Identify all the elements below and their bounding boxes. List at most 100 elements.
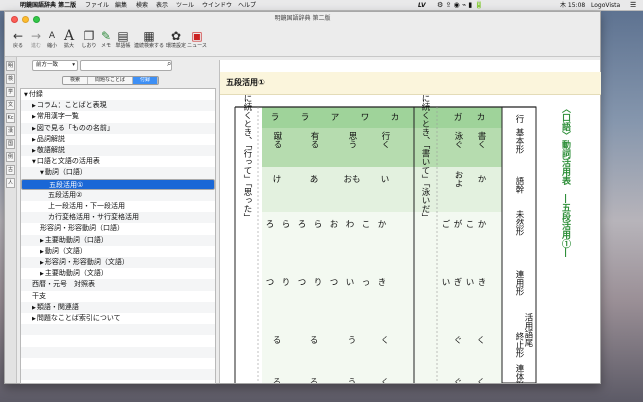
menu-app-name[interactable]: 明鏡国語辞典 第二版 bbox=[20, 0, 76, 11]
disclosure-closed-icon[interactable]: ▶ bbox=[32, 114, 36, 120]
tree-item[interactable]: ▶コラム：ことばと表現 bbox=[21, 100, 215, 112]
tree-item[interactable]: ▶動詞（文語） bbox=[21, 246, 215, 257]
cell-gyo: カ bbox=[391, 113, 400, 123]
menu-view[interactable]: 表示 bbox=[156, 0, 168, 11]
menu-help[interactable]: ヘルプ bbox=[238, 0, 256, 11]
tree-item[interactable]: ▶敬語解説 bbox=[21, 145, 215, 157]
disclosure-open-icon[interactable]: ▼ bbox=[32, 159, 36, 165]
tree-item[interactable]: 干支 bbox=[21, 291, 215, 302]
cell-gokan: か bbox=[476, 175, 486, 184]
tree-item-label: 形容詞・形容動詞（文語） bbox=[44, 258, 129, 266]
disclosure-open-icon[interactable]: ▼ bbox=[24, 92, 28, 98]
wordbook-button[interactable]: ▤ 単語帳 bbox=[112, 25, 134, 57]
cell-mizen: が bbox=[454, 219, 463, 230]
side-tab-9[interactable]: 人 bbox=[6, 178, 15, 188]
tree-item[interactable]: ▼動詞（口語） bbox=[21, 167, 215, 179]
tree-item[interactable]: ▶問題なことば索引について bbox=[21, 313, 215, 324]
tree-item[interactable]: ▶常用漢字一覧 bbox=[21, 111, 215, 122]
disclosure-open-icon[interactable]: ▼ bbox=[40, 170, 44, 176]
tree-item[interactable]: ▶品詞解説 bbox=[21, 134, 215, 145]
status-icons[interactable]: ⚙ ⇪ ◉ ⌁ ▮ 🔋 bbox=[437, 0, 483, 11]
tree-item-label: 西暦・元号 対照表 bbox=[32, 280, 95, 289]
disclosure-closed-icon[interactable]: ▶ bbox=[32, 305, 36, 311]
cell-gyo: ラ bbox=[301, 113, 310, 123]
tree-empty-row bbox=[21, 335, 215, 346]
tab-appendix[interactable]: 付録 bbox=[133, 77, 159, 84]
side-tab-7[interactable]: 例 bbox=[6, 152, 15, 162]
side-tab-3[interactable]: 文 bbox=[6, 100, 15, 110]
menu-file[interactable]: ファイル bbox=[85, 0, 109, 11]
tree-item-label: 付録 bbox=[28, 90, 43, 98]
search-icon[interactable]: ⌕ bbox=[167, 59, 171, 69]
tree-item[interactable]: ▶形容詞・形容動詞（文語） bbox=[21, 257, 215, 269]
search-input[interactable] bbox=[80, 60, 172, 71]
side-tab-4[interactable]: Kc bbox=[6, 113, 15, 123]
disclosure-closed-icon[interactable]: ▶ bbox=[32, 103, 36, 109]
disclosure-closed-icon[interactable]: ▶ bbox=[32, 137, 36, 143]
cell-renyo: り bbox=[314, 278, 323, 288]
disclosure-closed-icon[interactable]: ▶ bbox=[32, 148, 36, 154]
disclosure-closed-icon[interactable]: ▶ bbox=[32, 126, 36, 132]
menu-edit[interactable]: 編集 bbox=[115, 0, 127, 11]
tree-item-label: 口語と文語の活用表 bbox=[36, 157, 100, 166]
close-button[interactable] bbox=[11, 16, 18, 23]
lv-status-icon[interactable]: LV bbox=[418, 0, 426, 11]
grid-icon: ▦ bbox=[143, 29, 155, 43]
window-titlebar: 明鏡国語辞典 第二版 bbox=[5, 12, 600, 26]
side-tab-1[interactable]: 検 bbox=[6, 74, 15, 84]
tree-item-label: カ行変格活用・サ行変格活用 bbox=[48, 213, 139, 222]
match-mode-select[interactable]: 前方一致 ▾ bbox=[32, 60, 78, 71]
menu-search[interactable]: 検索 bbox=[136, 0, 148, 11]
cell-renyo: つ bbox=[298, 278, 307, 288]
zoom-button[interactable] bbox=[33, 16, 40, 23]
preferences-button[interactable]: ✿ 環境設定 bbox=[165, 25, 187, 57]
tree-item[interactable]: ▶主要助動詞（文語） bbox=[21, 268, 215, 279]
side-tab-8[interactable]: 古 bbox=[6, 165, 15, 175]
tree-item[interactable]: ▶類語・関連語 bbox=[21, 301, 215, 313]
menu-bar: 明鏡国語辞典 第二版 ファイル 編集 検索 表示 ツール ウインドウ ヘルプ L… bbox=[0, 0, 643, 11]
disclosure-closed-icon[interactable]: ▶ bbox=[40, 271, 44, 277]
tree-item-label: 主要助動詞（文語） bbox=[44, 269, 108, 278]
toolbar: ← 戻る → 進む A 縮小 A 拡大 ❐ しおり ✎ メモ ▤ 単語帳 ▦ 連続検索する ✿ 環… bbox=[5, 25, 600, 57]
cell-gyo: ラ bbox=[271, 113, 280, 123]
tree-item-label: 類語・関連語 bbox=[36, 302, 79, 311]
large-a-icon: A bbox=[63, 28, 75, 44]
tree-item[interactable]: 西暦・元号 対照表 bbox=[21, 279, 215, 291]
disclosure-closed-icon[interactable]: ▶ bbox=[32, 316, 36, 322]
tab-problem-words[interactable]: 問題なことば bbox=[88, 77, 134, 84]
user-name[interactable]: LogoVista bbox=[591, 0, 620, 11]
tree-item[interactable]: ▼口語と文語の活用表 bbox=[21, 156, 215, 167]
cell-kihon: 行く bbox=[380, 131, 390, 149]
cell-renyo: い bbox=[346, 278, 355, 288]
minimize-button[interactable] bbox=[22, 16, 29, 23]
tree-item[interactable]: 形容詞・形容動詞（口語） bbox=[21, 223, 215, 234]
side-tab-0[interactable]: 明 bbox=[6, 61, 15, 71]
continuous-search-button[interactable]: ▦ 連続検索する bbox=[134, 25, 164, 57]
tree-item[interactable]: ▶図で見る「ものの名前」 bbox=[21, 122, 215, 134]
tree-item[interactable]: 上一段活用・下一段活用 bbox=[21, 201, 215, 212]
menu-tools[interactable]: ツール bbox=[176, 0, 194, 11]
tree-item[interactable]: ▼付録 bbox=[21, 89, 215, 100]
side-tab-5[interactable]: 漢 bbox=[6, 126, 15, 136]
side-tab-2[interactable]: 学 bbox=[6, 87, 15, 97]
enlarge-font-button[interactable]: A 拡大 bbox=[58, 25, 80, 57]
news-button[interactable]: ▣ ニュース bbox=[186, 25, 208, 57]
disclosure-closed-icon[interactable]: ▶ bbox=[40, 238, 44, 244]
header-label: 行 bbox=[514, 114, 524, 124]
tree-item[interactable]: カ行変格活用・サ行変格活用 bbox=[21, 212, 215, 224]
tree-item[interactable]: 五段活用① bbox=[21, 178, 215, 190]
notification-center-icon[interactable]: ☰ bbox=[630, 0, 636, 11]
tree-item-label: 品詞解説 bbox=[36, 134, 65, 143]
cell-renyo: い bbox=[466, 278, 475, 288]
conjugation-table: 行基本形語幹未然形連用形終止形連体形ガ カ泳ぐ 書くおよ かごがこかいぎいきぐ くぐ くラ… bbox=[234, 95, 537, 383]
menu-window[interactable]: ウインドウ bbox=[202, 0, 232, 11]
tree-item[interactable]: 五段活用② bbox=[21, 189, 215, 201]
tree-item-label: 干支 bbox=[32, 291, 46, 300]
clock[interactable]: 木 15:08 bbox=[560, 0, 585, 11]
tab-search[interactable]: 検索 bbox=[63, 77, 89, 84]
cell-mizen: か bbox=[478, 220, 487, 230]
side-tab-6[interactable]: 国 bbox=[6, 139, 15, 149]
tree-item[interactable]: ▶主要助動詞（口語） bbox=[21, 234, 215, 246]
disclosure-closed-icon[interactable]: ▶ bbox=[40, 249, 44, 255]
disclosure-closed-icon[interactable]: ▶ bbox=[40, 260, 44, 266]
